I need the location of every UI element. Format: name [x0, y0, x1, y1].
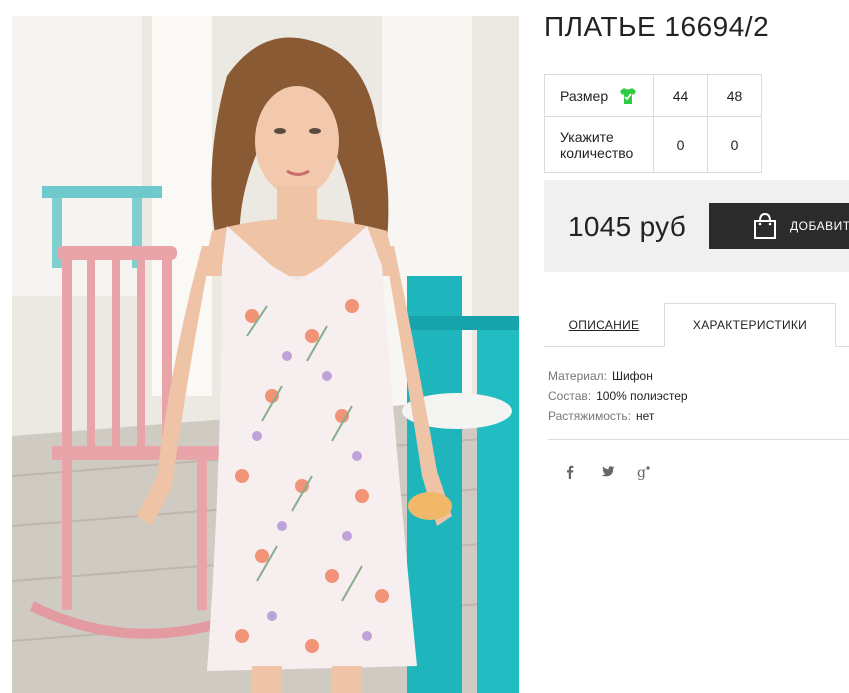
spec-row-composition: Состав: 100% полиэстер [548, 386, 688, 406]
spec-key: Растяжимость: [548, 409, 632, 423]
spec-value: нет [636, 409, 655, 423]
spec-value: 100% полиэстер [596, 389, 688, 403]
size-option-44: 44 [653, 74, 708, 117]
spec-value: Шифон [611, 369, 653, 383]
twitter-icon[interactable] [598, 462, 618, 482]
add-to-cart-label: ДОБАВИТЬ [790, 219, 849, 233]
google-plus-icon[interactable]: g [636, 462, 656, 482]
price-panel: 1045 руб ДОБАВИТЬ [544, 180, 849, 272]
size-option-48: 48 [707, 74, 762, 117]
quantity-label-line2: количество [560, 144, 634, 161]
specs-list: Материал: Шифон Состав: 100% полиэстер Рас… [548, 366, 688, 426]
svg-text:g: g [637, 465, 646, 481]
spec-key: Материал: [548, 369, 607, 383]
shopping-bag-icon [754, 212, 776, 239]
product-photo [12, 16, 519, 693]
quantity-row: Укажите количество 0 0 [544, 116, 762, 173]
spec-key: Состав: [548, 389, 592, 403]
size-label-cell: Размер [544, 74, 654, 117]
size-row: Размер 44 48 [544, 74, 762, 117]
product-title: ПЛАТЬЕ 16694/2 [544, 11, 770, 42]
section-divider [548, 439, 849, 440]
quantity-label-line1: Укажите [560, 128, 614, 145]
add-to-cart-button[interactable]: ДОБАВИТЬ [709, 203, 849, 249]
quantity-label-cell: Укажите количество [544, 116, 654, 173]
shirt-check-icon[interactable] [618, 86, 638, 106]
social-share: g [560, 462, 656, 482]
tab-characteristics[interactable]: ХАРАКТЕРИСТИКИ [664, 303, 836, 347]
quantity-input-48[interactable]: 0 [707, 116, 762, 173]
quantity-input-44[interactable]: 0 [653, 116, 708, 173]
price: 1045 руб [568, 211, 687, 242]
tab-description[interactable]: ОПИСАНИЕ [544, 303, 664, 347]
product-tabs: ОПИСАНИЕ ХАРАКТЕРИСТИКИ [544, 303, 849, 347]
facebook-icon[interactable] [560, 462, 580, 482]
spec-row-stretch: Растяжимость: нет [548, 406, 688, 426]
size-table: Размер 44 48 Укажите количество 0 0 [544, 74, 762, 173]
spec-row-material: Материал: Шифон [548, 366, 688, 386]
size-label: Размер [560, 87, 609, 104]
